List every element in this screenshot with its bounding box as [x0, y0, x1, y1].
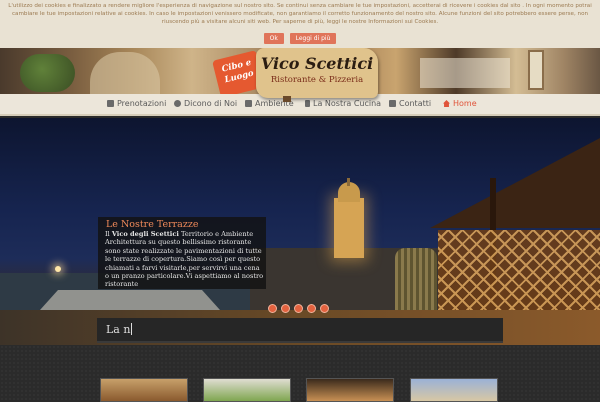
- caption-intro: Il: [105, 230, 112, 238]
- church-tower: [334, 198, 364, 258]
- nav-label: Contatti: [399, 99, 432, 108]
- cookie-text: L'utilizzo dei cookies e finalizzato a r…: [8, 3, 592, 25]
- slide-dot[interactable]: [281, 304, 290, 313]
- logo-name: Vico Scettici: [260, 54, 374, 73]
- content-area: [0, 345, 600, 400]
- slide-dot[interactable]: [320, 304, 329, 313]
- pergola-roof: [430, 138, 600, 228]
- slide-dot[interactable]: [307, 304, 316, 313]
- typing-banner: La n: [97, 318, 503, 343]
- nav-label: Home: [453, 99, 477, 108]
- street-lamp: [55, 266, 61, 272]
- cookie-more-button[interactable]: Leggi di più: [289, 33, 337, 44]
- nav-item-home[interactable]: Home: [443, 94, 477, 114]
- food-icon: [305, 100, 310, 107]
- nav-label: Dicono di Noi: [184, 99, 238, 108]
- shelf-decoration: [420, 58, 510, 88]
- cookie-banner: L'utilizzo dei cookies e finalizzato a r…: [0, 0, 600, 48]
- slide-dot[interactable]: [294, 304, 303, 313]
- gallery-thumb[interactable]: [203, 378, 291, 402]
- nav-label: La Nostra Cucina: [313, 99, 382, 108]
- mail-icon: [389, 100, 396, 107]
- caption-title: Le Nostre Terrazze: [106, 219, 199, 230]
- frame-decoration: [528, 50, 544, 90]
- site-logo[interactable]: Vico Scettici Ristorante & Pizzeria: [256, 48, 378, 98]
- slide-caption: Le Nostre Terrazze Il Vico degli Scettic…: [98, 217, 266, 289]
- slide-pagination: [268, 298, 333, 313]
- cookie-ok-button[interactable]: Ok: [263, 33, 284, 44]
- nav-item-prenotazioni[interactable]: Prenotazioni: [107, 94, 166, 114]
- cookie-buttons: Ok Leggi di più: [0, 33, 600, 44]
- lattice-screen: [438, 230, 600, 320]
- text-cursor: [131, 323, 133, 335]
- home-icon: [443, 100, 450, 107]
- gallery-thumb[interactable]: [100, 378, 188, 402]
- typing-text-value: La n: [106, 323, 131, 336]
- camera-icon: [245, 100, 252, 107]
- gallery-thumb[interactable]: [306, 378, 394, 402]
- caption-body: Territorio e Ambiente Architettura su qu…: [105, 230, 264, 289]
- slide-dot[interactable]: [268, 304, 277, 313]
- logo-hanger: [283, 96, 291, 102]
- church-cross: [347, 178, 350, 186]
- nav-item-contatti[interactable]: Contatti: [389, 94, 431, 114]
- tree-decoration: [20, 54, 75, 92]
- typing-text: La n: [106, 323, 133, 336]
- arch-decoration: [90, 52, 160, 94]
- caption-text: Il Vico degli Scettici Territorio e Ambi…: [105, 230, 265, 289]
- edit-icon: [107, 100, 114, 107]
- logo-subtitle: Ristorante & Pizzeria: [270, 75, 364, 85]
- caption-bold: Vico degli Scettici: [111, 230, 179, 238]
- comment-icon: [174, 100, 181, 107]
- umbrella: [40, 290, 220, 310]
- gallery-thumb[interactable]: [410, 378, 498, 402]
- nav-label: Prenotazioni: [117, 99, 167, 108]
- nav-item-dicono-di-noi[interactable]: Dicono di Noi: [174, 94, 237, 114]
